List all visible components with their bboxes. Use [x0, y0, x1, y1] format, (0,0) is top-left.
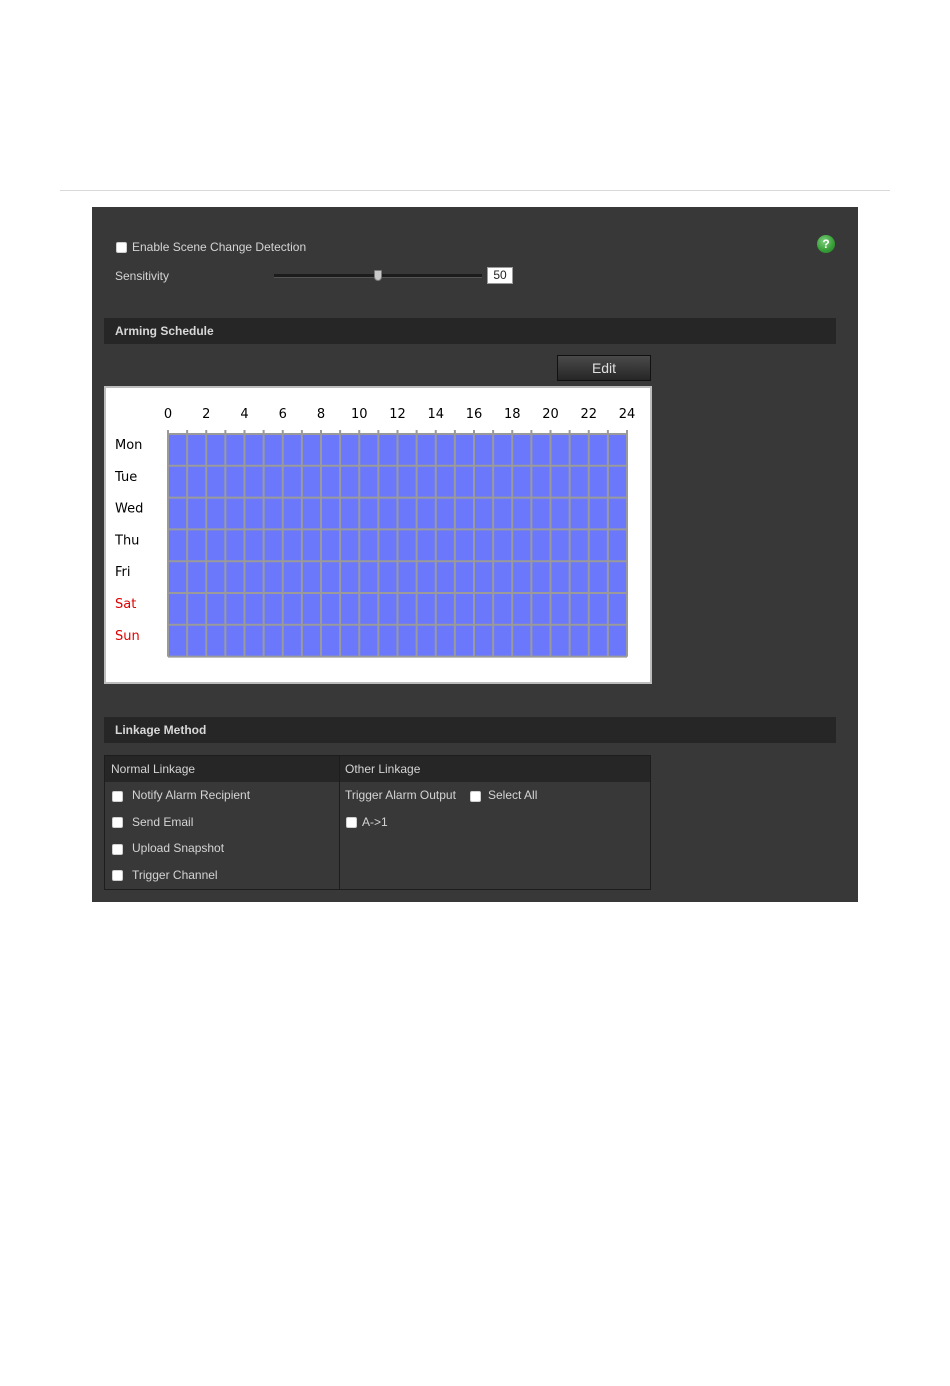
- hour-label: 8: [317, 407, 325, 422]
- hour-label: 24: [619, 407, 636, 422]
- hour-label: 14: [427, 407, 444, 422]
- hour-label: 4: [240, 407, 248, 422]
- help-icon[interactable]: ?: [817, 235, 835, 253]
- linkage-method-title: Linkage Method: [115, 723, 207, 737]
- hour-label: 0: [164, 407, 172, 422]
- sensitivity-slider-thumb[interactable]: [374, 270, 382, 281]
- hour-label: 22: [580, 407, 597, 422]
- trigger-alarm-output-label: Trigger Alarm Output: [345, 788, 456, 802]
- header-divider: [60, 190, 890, 191]
- hour-label: 18: [504, 407, 521, 422]
- alarm-output-a1-label: A->1: [362, 815, 388, 829]
- linkage-column-divider: [339, 756, 340, 889]
- hour-label: 2: [202, 407, 210, 422]
- edit-schedule-button[interactable]: Edit: [557, 355, 651, 381]
- send-email-label: Send Email: [132, 815, 194, 829]
- hour-label: 16: [466, 407, 483, 422]
- upload-snapshot-label: Upload Snapshot: [132, 841, 225, 855]
- day-label-fri: Fri: [115, 565, 131, 580]
- arming-schedule-title: Arming Schedule: [115, 324, 214, 338]
- trigger-channel-label: Trigger Channel: [132, 868, 218, 882]
- linkage-method-header: Linkage Method: [104, 717, 836, 743]
- day-label-mon: Mon: [115, 438, 142, 453]
- schedule-chart: 0 2 4 6 8 10 12 14 16 18 20 22 24MonTueWedThuFriSatS…: [114, 407, 636, 658]
- arming-schedule-header: Arming Schedule: [104, 318, 836, 344]
- hour-label: 6: [279, 407, 287, 422]
- enable-scene-change-checkbox[interactable]: [116, 242, 127, 253]
- send-email-checkbox[interactable]: [112, 817, 123, 828]
- scene-change-panel: Enable Scene Change Detection ? Sensitiv…: [92, 207, 858, 902]
- other-linkage-header: Other Linkage: [345, 762, 421, 776]
- sensitivity-label: Sensitivity: [115, 269, 170, 283]
- upload-snapshot-checkbox[interactable]: [112, 844, 123, 855]
- linkage-table: Normal Linkage Other Linkage Notify Alar…: [104, 755, 651, 890]
- alarm-output-a1-checkbox[interactable]: [346, 817, 357, 828]
- day-label-wed: Wed: [115, 502, 143, 517]
- day-label-sun: Sun: [115, 629, 140, 644]
- day-label-sat: Sat: [115, 597, 136, 612]
- hour-label: 12: [389, 407, 406, 422]
- hour-label: 10: [351, 407, 368, 422]
- select-all-checkbox[interactable]: [470, 791, 481, 802]
- trigger-channel-checkbox[interactable]: [112, 870, 123, 881]
- day-label-tue: Tue: [114, 470, 137, 485]
- hour-label: 20: [542, 407, 559, 422]
- normal-linkage-header: Normal Linkage: [111, 762, 196, 776]
- select-all-label: Select All: [488, 788, 538, 802]
- day-label-thu: Thu: [114, 533, 139, 548]
- arming-schedule-grid: 0 2 4 6 8 10 12 14 16 18 20 22 24 Mon Tue Wed Thu Fri Sat S…: [104, 386, 652, 684]
- notify-alarm-recipient-checkbox[interactable]: [112, 791, 123, 802]
- sensitivity-value[interactable]: 50: [487, 267, 513, 284]
- enable-scene-change-label: Enable Scene Change Detection: [132, 240, 307, 254]
- notify-alarm-recipient-label: Notify Alarm Recipient: [132, 788, 251, 802]
